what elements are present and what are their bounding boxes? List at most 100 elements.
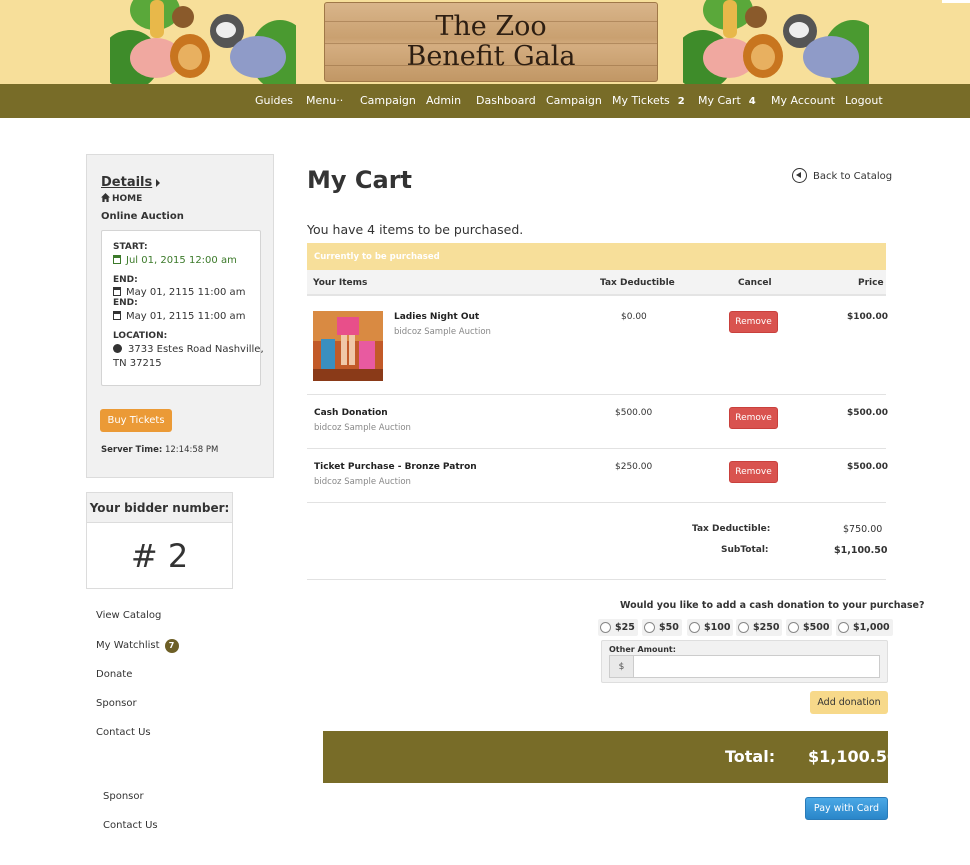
back-to-catalog-link[interactable]: Back to Catalog xyxy=(792,168,892,183)
item-price-2: $500.00 xyxy=(847,408,888,418)
donation-option-250[interactable]: $250 xyxy=(736,619,783,636)
remove-button-1[interactable]: Remove xyxy=(729,311,778,333)
header-banner: The Zoo Benefit Gala xyxy=(0,0,970,84)
location-line1: 3733 Estes Road Nashville, xyxy=(113,344,264,355)
total-value: $1,100.50 xyxy=(808,747,899,766)
nav-my-cart[interactable]: My Cart 4 xyxy=(698,94,756,107)
row-divider xyxy=(307,448,886,449)
item-tax-3: $250.00 xyxy=(615,462,653,472)
end-date-value-2: May 01, 2115 11:00 am xyxy=(126,311,246,322)
nav-my-tickets-label: My Tickets xyxy=(612,94,670,107)
my-watchlist-label: My Watchlist xyxy=(96,640,160,651)
radio-button[interactable] xyxy=(838,622,849,633)
col-cancel: Cancel xyxy=(738,278,772,288)
location-line2: TN 37215 xyxy=(113,358,162,369)
item-thumbnail-ladies-night-out[interactable] xyxy=(313,311,383,381)
remove-button-3[interactable]: Remove xyxy=(729,461,778,483)
end-date: May 01, 2115 11:00 am xyxy=(113,287,245,297)
donation-option-500-label: $500 xyxy=(803,622,830,633)
zoo-animals-illustration-left xyxy=(110,0,296,84)
pay-with-card-button[interactable]: Pay with Card xyxy=(805,797,888,820)
nav-my-account[interactable]: My Account xyxy=(771,94,835,107)
bidder-number-panel: Your bidder number: # 2 xyxy=(86,492,233,589)
nav-my-cart-label: My Cart xyxy=(698,94,741,107)
start-date: Jul 01, 2015 12:00 am xyxy=(113,255,237,266)
item-auction-2: bidcoz Sample Auction xyxy=(314,423,411,433)
item-auction-3: bidcoz Sample Auction xyxy=(314,477,411,487)
donation-option-25[interactable]: $25 xyxy=(598,619,638,636)
details-link[interactable]: Details xyxy=(101,175,161,190)
item-name-3[interactable]: Ticket Purchase - Bronze Patron xyxy=(314,462,477,472)
auction-type: Online Auction xyxy=(101,211,184,222)
remove-button-2[interactable]: Remove xyxy=(729,407,778,429)
row-divider xyxy=(307,394,886,395)
nav-guides[interactable]: Guides xyxy=(255,94,293,107)
nav-logout[interactable]: Logout xyxy=(845,94,883,107)
sidebar-link-my-watchlist[interactable]: My Watchlist 7 xyxy=(96,639,179,653)
item-price-3: $500.00 xyxy=(847,462,888,472)
end-date-value: May 01, 2115 11:00 am xyxy=(126,287,246,297)
end-label: END: xyxy=(113,275,138,285)
start-date-value: Jul 01, 2015 12:00 am xyxy=(126,255,237,266)
donation-option-25-label: $25 xyxy=(615,622,635,633)
nav-dashboard[interactable]: Dashboard xyxy=(476,94,536,107)
sidebar-link-contact-us[interactable]: Contact Us xyxy=(96,727,151,738)
my-tickets-count: 2 xyxy=(677,96,685,107)
sidebar-link-view-catalog[interactable]: View Catalog xyxy=(96,610,161,621)
other-amount-group: Other Amount: $ xyxy=(601,640,888,683)
details-label: Details xyxy=(101,175,153,190)
donation-question: Would you like to add a cash donation to… xyxy=(620,600,925,611)
col-tax-deductible: Tax Deductible xyxy=(600,278,675,288)
radio-button[interactable] xyxy=(644,622,655,633)
nav-my-tickets[interactable]: My Tickets 2 xyxy=(612,94,685,107)
radio-button[interactable] xyxy=(689,622,700,633)
radio-button[interactable] xyxy=(600,622,611,633)
sidebar-link-sponsor[interactable]: Sponsor xyxy=(96,698,137,709)
nav-admin[interactable]: Admin xyxy=(426,94,461,107)
other-amount-label: Other Amount: xyxy=(609,645,676,654)
radio-button[interactable] xyxy=(738,622,749,633)
page-title: My Cart xyxy=(307,166,412,194)
auction-info-card: START: Jul 01, 2015 12:00 am END: May 01… xyxy=(101,230,264,386)
donation-option-250-label: $250 xyxy=(753,622,780,633)
add-donation-button[interactable]: Add donation xyxy=(810,691,888,714)
donation-option-100[interactable]: $100 xyxy=(687,619,734,636)
donation-option-50-label: $50 xyxy=(659,622,679,633)
banner-title-line2: Benefit Gala xyxy=(406,41,576,72)
server-time-value: 12:14:58 PM xyxy=(164,445,219,455)
footer-link-contact-us[interactable]: Contact Us xyxy=(103,820,158,831)
server-time: Server Time: 12:14:58 PM xyxy=(101,445,218,455)
subtotal-value: $1,100.50 xyxy=(834,545,888,556)
back-to-catalog-label: Back to Catalog xyxy=(813,171,893,182)
server-time-label: Server Time: xyxy=(101,445,163,455)
item-tax-1: $0.00 xyxy=(621,312,647,322)
gala-title-sign: The Zoo Benefit Gala xyxy=(324,2,658,82)
caret-right-icon xyxy=(156,178,161,187)
donation-option-1000[interactable]: $1,000 xyxy=(836,619,893,636)
calendar-icon xyxy=(113,255,121,264)
currently-purchased-bar: Currently to be purchased xyxy=(307,243,886,270)
nav-campaign[interactable]: Campaign xyxy=(360,94,416,107)
item-name-2[interactable]: Cash Donation xyxy=(314,408,388,418)
item-name-1[interactable]: Ladies Night Out xyxy=(394,312,479,322)
nav-campaign-2[interactable]: Campaign xyxy=(546,94,602,107)
item-price-1: $100.00 xyxy=(847,312,888,322)
calendar-icon xyxy=(113,311,121,320)
item-auction-1: bidcoz Sample Auction xyxy=(394,327,491,337)
item-tax-2: $500.00 xyxy=(615,408,653,418)
radio-button[interactable] xyxy=(788,622,799,633)
sidebar-link-donate[interactable]: Donate xyxy=(96,669,132,680)
nav-menu[interactable]: Menu·· xyxy=(306,94,343,107)
donation-option-50[interactable]: $50 xyxy=(642,619,682,636)
ladies-night-out-image xyxy=(313,311,383,381)
donation-option-500[interactable]: $500 xyxy=(786,619,833,636)
location-line1-text: 3733 Estes Road Nashville, xyxy=(128,344,264,355)
other-amount-input[interactable] xyxy=(633,655,880,678)
breadcrumb-home[interactable]: HOME xyxy=(101,193,142,204)
subtotal-label: SubTotal: xyxy=(721,545,769,555)
section-divider xyxy=(307,579,886,580)
buy-tickets-button[interactable]: Buy Tickets xyxy=(100,409,172,432)
footer-link-sponsor[interactable]: Sponsor xyxy=(103,791,144,802)
donation-option-1000-label: $1,000 xyxy=(853,622,890,633)
col-price: Price xyxy=(858,278,884,288)
